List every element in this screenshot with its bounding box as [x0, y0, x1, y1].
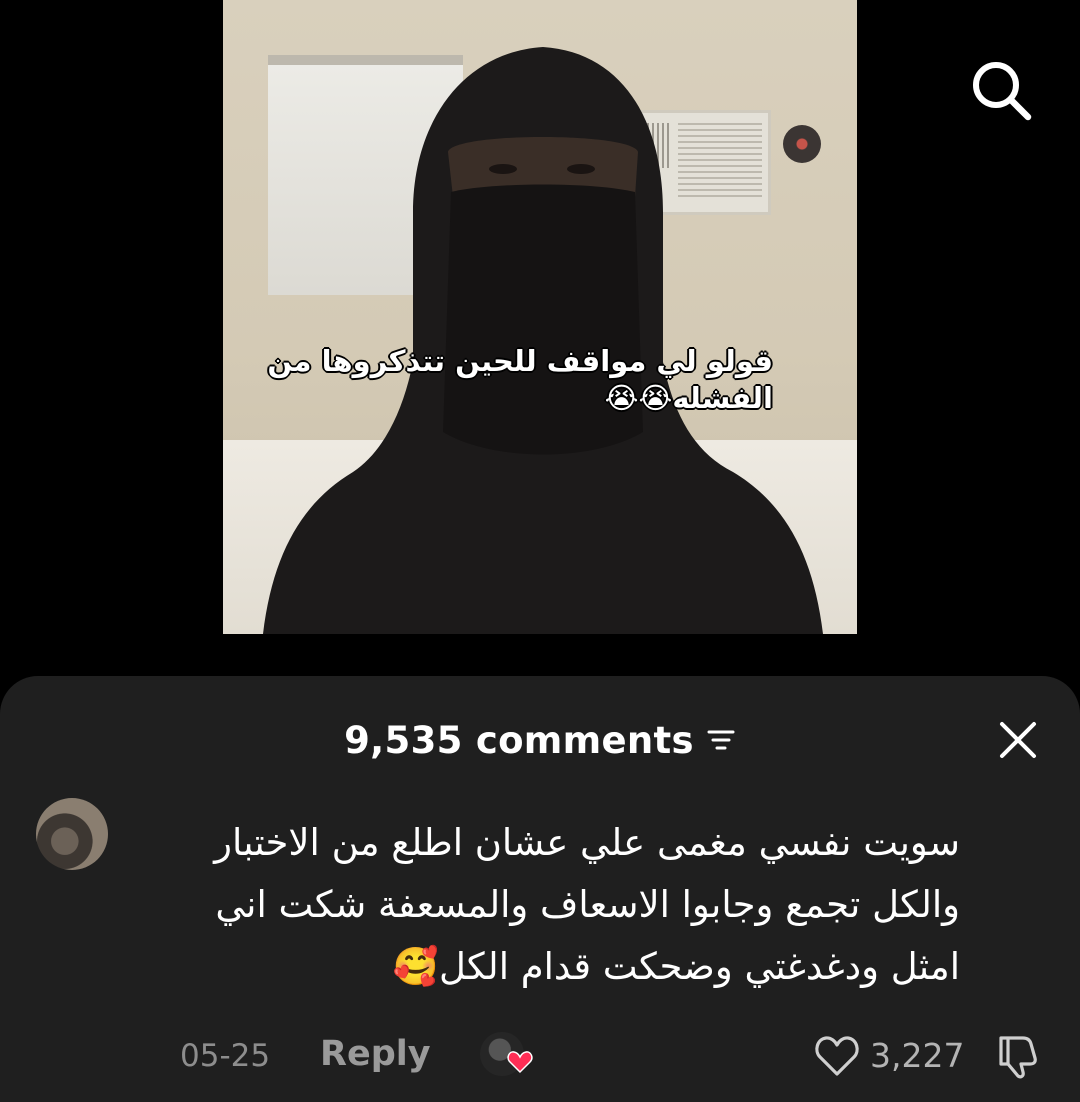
sort-icon[interactable]	[706, 725, 736, 755]
commenter-avatar[interactable]	[36, 798, 108, 870]
video-caption: قولو لي مواقف للحين تتذكروها من الفشله😭😭	[253, 343, 773, 417]
comments-sheet: 9,535 comments سويت نفسي مغمى علي عشان ا…	[0, 676, 1080, 1102]
comment-body: سويت نفسي مغمى علي عشان اطلع من الاختبار…	[150, 812, 960, 998]
comments-header: 9,535 comments	[0, 712, 1080, 768]
comment-actions: 05-25 Reply 3,227	[0, 1028, 1080, 1088]
video-player[interactable]: قولو لي مواقف للحين تتذكروها من الفشله😭😭	[223, 0, 857, 634]
search-icon	[973, 62, 1032, 121]
person-in-niqab	[263, 47, 823, 634]
comment-line-1: سويت نفسي مغمى علي عشان اطلع من الاختبار	[214, 821, 960, 864]
comment-line-3: امثل ودغدغتي وضحكت قدام الكل🥰	[392, 945, 960, 988]
comment-date: 05-25	[180, 1038, 271, 1074]
like-count: 3,227	[870, 1036, 965, 1075]
close-icon[interactable]	[997, 719, 1039, 761]
caption-line-2: الفشله😭😭	[604, 381, 773, 415]
search-button[interactable]	[965, 55, 1037, 127]
like-heart-icon[interactable]	[814, 1034, 860, 1078]
dislike-icon[interactable]	[993, 1032, 1041, 1080]
caption-line-1: قولو لي مواقف للحين تتذكروها من	[267, 344, 773, 378]
heart-icon	[507, 1051, 533, 1074]
comments-count: 9,535 comments	[344, 718, 694, 762]
reply-button[interactable]: Reply	[320, 1034, 431, 1074]
comment-line-2: والكل تجمع وجابوا الاسعاف والمسعفة شكت ا…	[215, 883, 960, 926]
